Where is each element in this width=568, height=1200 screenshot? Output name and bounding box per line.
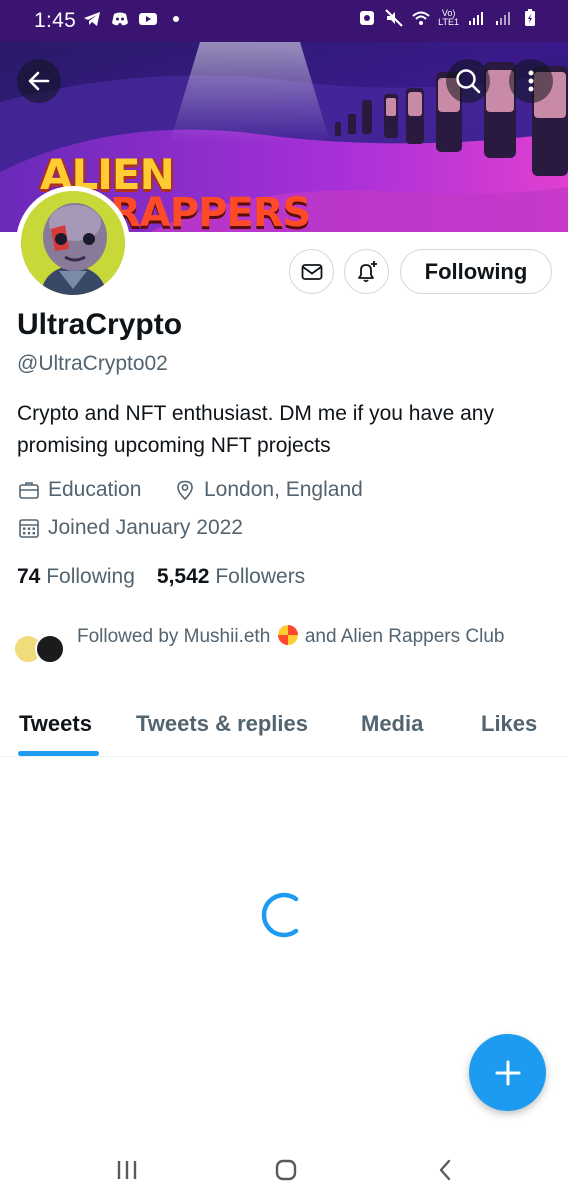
tab-likes[interactable]: Likes — [481, 711, 537, 737]
profile-avatar[interactable] — [16, 186, 130, 300]
message-button[interactable] — [289, 249, 334, 294]
calendar-icon — [19, 519, 39, 538]
profile-category-text: Education — [48, 478, 142, 501]
recent-apps-icon — [117, 1161, 137, 1179]
followers-label: Followers — [215, 565, 306, 588]
compose-tweet-button[interactable] — [469, 1034, 546, 1111]
following-label: Following — [46, 565, 135, 588]
followed-by-prefix: Followed by Mushii.eth — [77, 626, 271, 647]
following-button[interactable]: Following — [400, 249, 552, 294]
telegram-icon — [84, 12, 100, 26]
signal-icon-1 — [469, 12, 483, 25]
followers-stat[interactable]: 5,542 Followers — [157, 565, 305, 589]
wifi-icon — [412, 11, 430, 25]
battery-icon — [525, 9, 535, 26]
followers-count: 5,542 — [156, 565, 210, 588]
briefcase-icon — [19, 482, 39, 499]
data-saver-icon — [360, 11, 375, 25]
following-count: 74 — [17, 565, 41, 588]
loading-spinner-icon — [261, 892, 299, 938]
arrow-left-icon — [28, 71, 50, 91]
avatar-image — [21, 191, 125, 295]
network-label: Vo) LTE1 — [438, 8, 459, 27]
notifications-button[interactable] — [344, 249, 389, 294]
profile-handle: @UltraCrypto02 — [17, 352, 168, 375]
plus-icon — [495, 1060, 520, 1085]
back-button[interactable] — [17, 59, 61, 103]
profile-location-text: London, England — [204, 478, 363, 501]
home-button[interactable] — [266, 1152, 306, 1188]
signal-icon-2 — [496, 12, 510, 25]
bell-plus-icon — [357, 260, 377, 282]
back-chevron-icon — [439, 1159, 451, 1181]
mute-icon — [385, 9, 403, 27]
status-time: 1:45 — [34, 9, 77, 32]
tab-media[interactable]: Media — [361, 711, 423, 737]
nav-back-button[interactable] — [426, 1152, 466, 1188]
status-bar: 1:45 Vo) LTE1 — [0, 0, 568, 42]
follower-avatar-2 — [35, 634, 65, 664]
more-options-button[interactable] — [509, 59, 553, 103]
profile-location: London, England — [173, 478, 363, 502]
tab-tweets[interactable]: Tweets — [19, 711, 92, 737]
location-pin-icon — [177, 480, 193, 501]
profile-stats: 74 Following 5,542 Followers — [17, 565, 305, 589]
more-vertical-icon — [528, 70, 534, 92]
search-button[interactable] — [446, 59, 490, 103]
youtube-icon — [139, 13, 157, 25]
banner-logo-line-2: RAPPERS — [110, 190, 311, 232]
tab-tweets-replies[interactable]: Tweets & replies — [136, 711, 308, 737]
mail-icon — [301, 263, 322, 280]
active-tab-indicator — [18, 751, 99, 756]
dot-icon — [173, 16, 179, 22]
profile-joined: Joined January 2022 — [17, 516, 243, 540]
lollipop-emoji-icon — [277, 625, 298, 645]
followed-by-suffix: and Alien Rappers Club — [304, 626, 505, 647]
recent-apps-button[interactable] — [107, 1152, 147, 1188]
home-icon — [275, 1159, 297, 1181]
system-nav-bar — [0, 1140, 568, 1200]
profile-tabs: Tweets Tweets & replies Media Likes — [0, 700, 568, 757]
profile-name: UltraCrypto — [17, 308, 183, 341]
profile-joined-text: Joined January 2022 — [48, 516, 243, 539]
following-stat[interactable]: 74 Following — [17, 565, 135, 589]
profile-category: Education — [17, 478, 141, 502]
search-icon — [456, 69, 481, 94]
profile-bio: Crypto and NFT enthusiast. DM me if you … — [17, 402, 494, 457]
followed-by-text: Followed by Mushii.eth and Alien Rappers… — [77, 622, 547, 651]
discord-icon — [112, 12, 128, 26]
